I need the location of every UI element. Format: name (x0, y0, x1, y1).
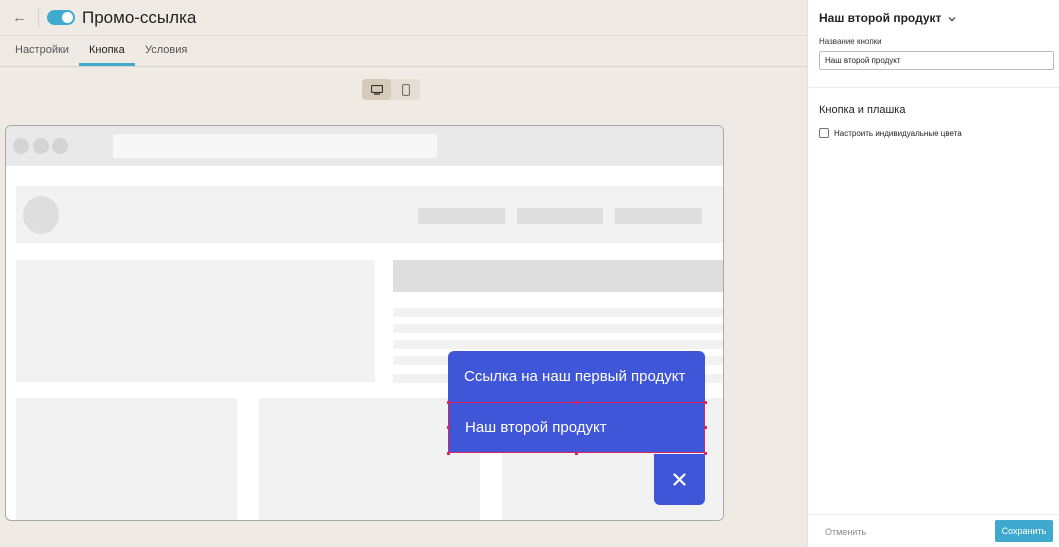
divider (808, 87, 1059, 88)
text-line-placeholder (393, 308, 723, 317)
resize-handle[interactable] (704, 426, 707, 429)
resize-handle[interactable] (447, 452, 450, 455)
promo-button-first[interactable]: Ссылка на наш первый продукт (448, 351, 705, 402)
custom-colors-checkbox[interactable] (819, 128, 829, 138)
card-placeholder (259, 398, 480, 520)
popup-close-button[interactable] (654, 454, 705, 505)
resize-handle[interactable] (447, 401, 450, 404)
arrow-left-icon[interactable]: ← (12, 9, 30, 26)
tab-settings[interactable]: Настройки (15, 44, 69, 56)
panel-title[interactable]: Наш второй продукт (819, 11, 956, 25)
window-dot (13, 138, 29, 154)
text-line-placeholder (393, 324, 723, 333)
save-button[interactable]: Сохранить (995, 520, 1053, 542)
cancel-button[interactable]: Отменить (825, 527, 866, 537)
tab-bar: Настройки Кнопка Условия (0, 36, 807, 67)
nav-placeholder (418, 208, 505, 224)
resize-handle[interactable] (704, 401, 707, 404)
desktop-icon (370, 84, 383, 95)
resize-handle[interactable] (447, 426, 450, 429)
device-switch (362, 79, 420, 100)
resize-handle[interactable] (575, 401, 578, 404)
section-title: Кнопка и плашка (819, 104, 906, 116)
toggle-knob (62, 12, 73, 23)
url-bar (113, 134, 437, 158)
button-name-input[interactable] (819, 51, 1054, 70)
tab-button[interactable]: Кнопка (89, 44, 125, 56)
heading-placeholder (393, 260, 723, 292)
page-title: Промо-ссылка (82, 7, 197, 27)
tab-conditions[interactable]: Условия (145, 44, 187, 56)
nav-placeholder (615, 208, 702, 224)
logo-placeholder (23, 196, 59, 234)
desktop-view-button[interactable] (362, 79, 391, 100)
resize-handle[interactable] (575, 452, 578, 455)
enable-toggle[interactable] (47, 10, 75, 25)
nav-placeholder (517, 208, 603, 224)
window-dot (52, 138, 68, 154)
chevron-down-icon (948, 17, 956, 22)
window-dot (33, 138, 49, 154)
top-bar: ← Промо-ссылка (0, 0, 807, 36)
browser-preview (5, 125, 724, 521)
image-placeholder (16, 260, 375, 382)
divider (38, 7, 39, 28)
settings-panel: Наш второй продукт Название кнопки Кнопк… (807, 0, 1059, 547)
panel-title-text: Наш второй продукт (819, 11, 942, 25)
mobile-icon (401, 83, 410, 96)
button-name-label: Название кнопки (819, 37, 882, 46)
text-line-placeholder (393, 340, 723, 349)
card-placeholder (16, 398, 237, 520)
divider (808, 514, 1059, 515)
custom-colors-label: Настроить индивидуальные цвета (834, 129, 962, 138)
close-icon (673, 473, 686, 486)
promo-button-second[interactable]: Наш второй продукт (448, 402, 705, 453)
mobile-view-button[interactable] (391, 79, 420, 100)
active-tab-indicator (79, 63, 135, 66)
browser-chrome (6, 126, 723, 166)
editor-area: ← Промо-ссылка Настройки Кнопка Условия (0, 0, 807, 547)
